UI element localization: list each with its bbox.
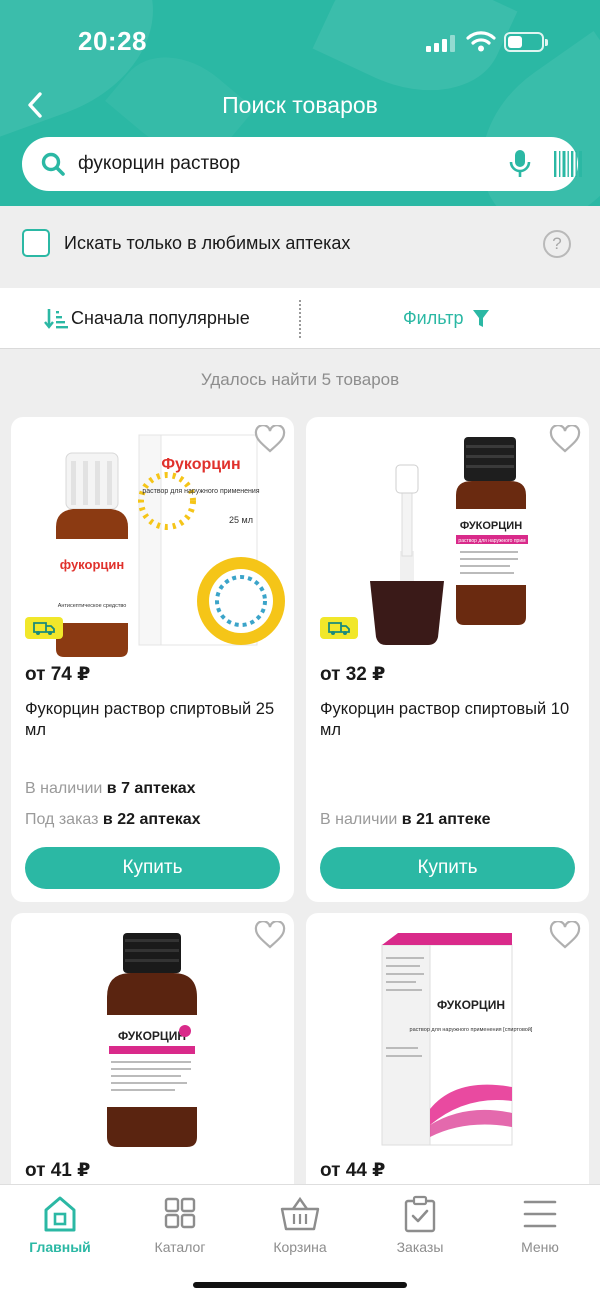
favorites-only-label: Искать только в любимых аптеках — [64, 233, 351, 253]
catalog-grid-icon — [164, 1197, 196, 1229]
buy-button[interactable]: Купить — [320, 847, 575, 889]
availability-on-order: Под заказ в 22 аптеках — [25, 811, 201, 829]
availability-value: в 7 аптеках — [106, 780, 196, 797]
filter-label: Фильтр — [403, 308, 464, 328]
availability-value: в 22 аптеках — [102, 811, 201, 828]
bottle-label-subtext: раствор для наружного прим — [458, 538, 526, 544]
sort-label: Сначала популярные — [71, 308, 250, 328]
favorite-heart-icon[interactable] — [549, 425, 581, 453]
home-indicator — [193, 1282, 407, 1288]
filter-funnel-icon — [473, 310, 489, 327]
page-title: Поиск товаров — [222, 92, 378, 118]
pack-description-text: раствор для наружного применения — [142, 488, 259, 495]
availability-prefix: Под заказ — [25, 811, 99, 828]
delivery-truck-icon — [320, 617, 358, 639]
product-card[interactable]: ФУКОРЦИН раствор для наружного применени… — [306, 913, 589, 1213]
nav-label: Каталог — [154, 1239, 206, 1255]
status-time: 20:28 — [78, 26, 147, 56]
sort-filter-bar: Сначала популярные Фильтр — [0, 288, 600, 349]
microphone-icon[interactable] — [508, 149, 532, 179]
availability-in-stock: В наличии в 21 аптеке — [320, 811, 491, 829]
availability-in-stock: В наличии в 7 аптеках — [25, 780, 196, 798]
basket-icon — [280, 1196, 320, 1231]
product-price: от 41 ₽ — [25, 1160, 91, 1181]
pack-description-text: раствор для наружного применения [спирто… — [410, 1026, 533, 1033]
sort-icon — [44, 309, 68, 329]
nav-item-cart[interactable]: Корзина — [240, 1195, 360, 1255]
product-price: от 32 ₽ — [320, 664, 386, 685]
product-image: ФУКОРЦИН раствор для наружного применени… — [381, 933, 533, 1146]
battery-icon — [504, 32, 548, 52]
nav-item-menu[interactable]: Меню — [480, 1195, 600, 1255]
availability-prefix: В наличии — [25, 780, 103, 797]
favorite-heart-icon[interactable] — [254, 425, 286, 453]
help-icon[interactable]: ? — [543, 230, 571, 258]
favorites-filter-row: Искать только в любимых аптеках — [0, 206, 600, 288]
favorite-heart-icon[interactable] — [254, 921, 286, 949]
pack-volume-text: 25 мл — [460, 1130, 482, 1139]
search-input[interactable] — [78, 137, 478, 191]
cellular-signal-icon — [426, 34, 456, 52]
hamburger-menu-icon — [523, 1200, 557, 1228]
orders-clipboard-icon — [404, 1195, 436, 1233]
product-card[interactable]: Фукорцин раствор для наружного применени… — [11, 417, 294, 902]
nav-label: Заказы — [396, 1239, 444, 1255]
nav-item-catalog[interactable]: Каталог — [120, 1195, 240, 1255]
nav-label: Корзина — [273, 1239, 327, 1255]
status-bar: 20:28 — [0, 22, 600, 62]
pack-brand-text: Фукорцин — [161, 456, 240, 473]
results-count: Удалось найти 5 товаров — [200, 370, 400, 389]
favorite-heart-icon[interactable] — [549, 921, 581, 949]
availability-prefix: В наличии — [320, 811, 398, 828]
bottle-label-subtext: Антисептическое средство — [58, 603, 127, 609]
pack-brand-text: ФУКОРЦИН — [437, 998, 505, 1012]
nav-label: Меню — [521, 1239, 559, 1255]
bottle-label-text: ФУКОРЦИН — [118, 1029, 186, 1043]
delivery-truck-icon — [25, 617, 63, 639]
product-card[interactable]: ФУКОРЦИН от 41 ₽ — [11, 913, 294, 1213]
product-image: ФУКОРЦИН — [105, 933, 199, 1147]
nav-item-orders[interactable]: Заказы — [360, 1195, 480, 1255]
search-bar — [22, 137, 582, 191]
product-card[interactable]: ФУКОРЦИН раствор для наружного прим от 3… — [306, 417, 589, 902]
pack-volume-text: 25 мл — [229, 515, 253, 525]
bottle-label-text: ФУКОРЦИН — [460, 520, 522, 532]
wifi-icon — [466, 31, 496, 52]
nav-label: Главный — [29, 1239, 91, 1255]
search-icon — [41, 152, 65, 176]
toolbar-divider — [299, 300, 301, 338]
filter-button[interactable]: Фильтр — [403, 308, 489, 332]
availability-value: в 21 аптеке — [401, 811, 491, 828]
favorites-only-checkbox[interactable] — [22, 229, 50, 257]
home-icon — [44, 1196, 76, 1232]
product-price: от 74 ₽ — [25, 664, 91, 685]
bottle-label-text: фукорцин — [60, 557, 125, 572]
product-price: от 44 ₽ — [320, 1160, 386, 1181]
product-name[interactable]: Фукорцин раствор спиртовый 10 мл — [320, 699, 578, 741]
header: 20:28 Поиск товаров — [0, 0, 600, 206]
product-name[interactable]: Фукорцин раствор спиртовый 25 мл — [25, 699, 283, 741]
barcode-scanner-icon[interactable] — [554, 151, 584, 177]
buy-button[interactable]: Купить — [25, 847, 280, 889]
nav-item-home[interactable]: Главный — [0, 1195, 120, 1255]
